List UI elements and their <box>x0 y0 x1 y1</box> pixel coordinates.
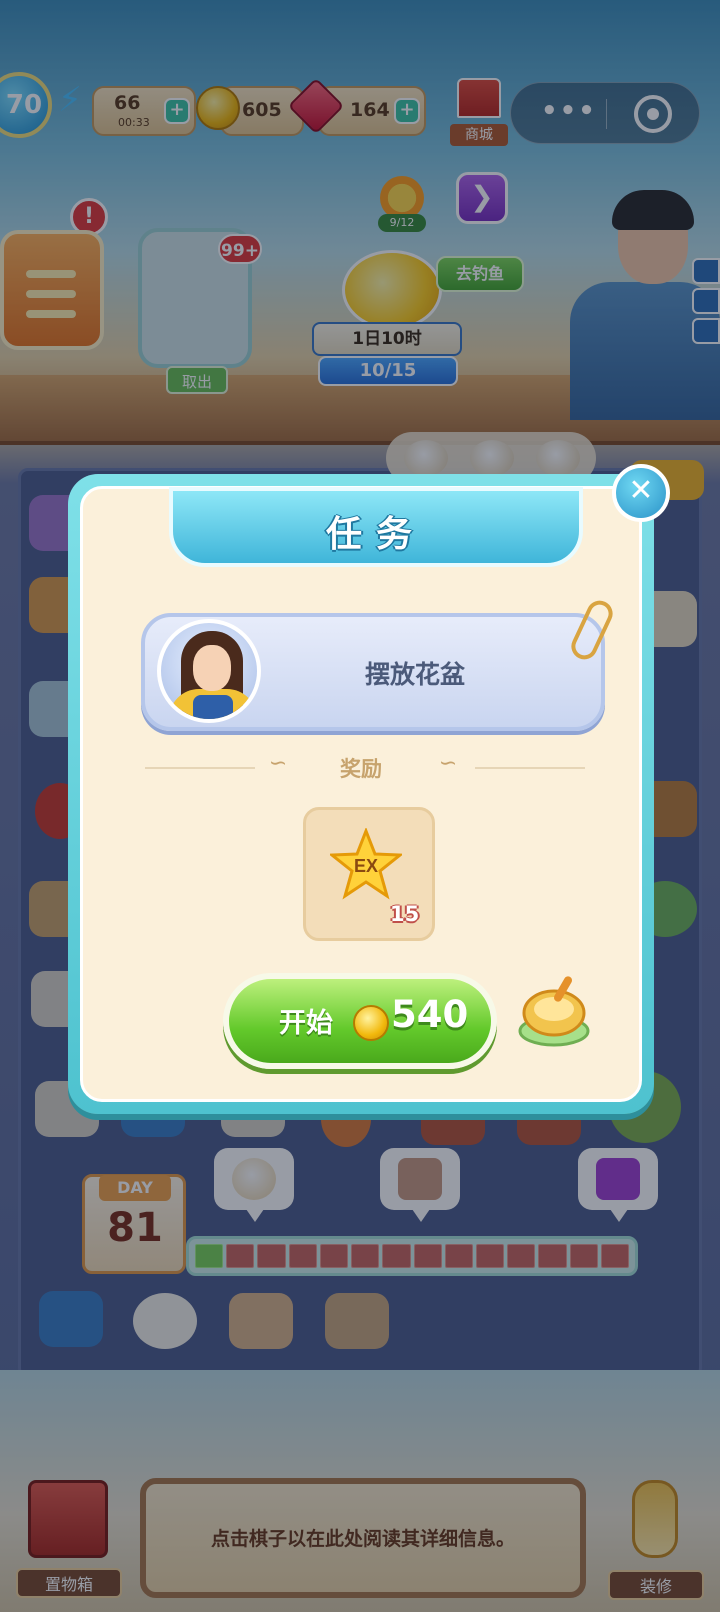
paperclip-icon <box>567 596 617 664</box>
task-giver-avatar <box>157 619 261 723</box>
start-label: 开始 <box>279 1008 333 1039</box>
pot-icon <box>518 976 590 1047</box>
task-dialog-title: 任务 <box>325 514 426 555</box>
task-card: 摆放花盆 <box>141 596 617 731</box>
task-dialog-header: 任务 <box>169 487 583 567</box>
coin-icon <box>353 1005 389 1041</box>
start-task-button[interactable]: 开始 540 <box>223 973 497 1069</box>
task-dialog: 任务 摆放花盆 ∽ 奖励 ∽ EX 15 开始 540 <box>68 474 654 1114</box>
avatar-face <box>193 645 231 691</box>
reward-quantity: 15 <box>390 902 420 926</box>
start-cost: 540 <box>391 993 469 1036</box>
avatar-apron <box>193 695 233 719</box>
task-dialog-body: 任务 摆放花盆 ∽ 奖励 ∽ EX 15 开始 540 <box>80 486 642 1102</box>
ex-star-label: EX <box>354 856 378 876</box>
ex-star-icon: EX <box>330 828 402 900</box>
swirl-ornament-icon: ∽ <box>438 751 458 776</box>
reward-item[interactable]: EX 15 <box>303 807 435 941</box>
reward-divider-right <box>475 767 585 769</box>
close-dialog-button[interactable]: ✕ <box>612 464 670 522</box>
task-name: 摆放花盆 <box>364 660 465 689</box>
